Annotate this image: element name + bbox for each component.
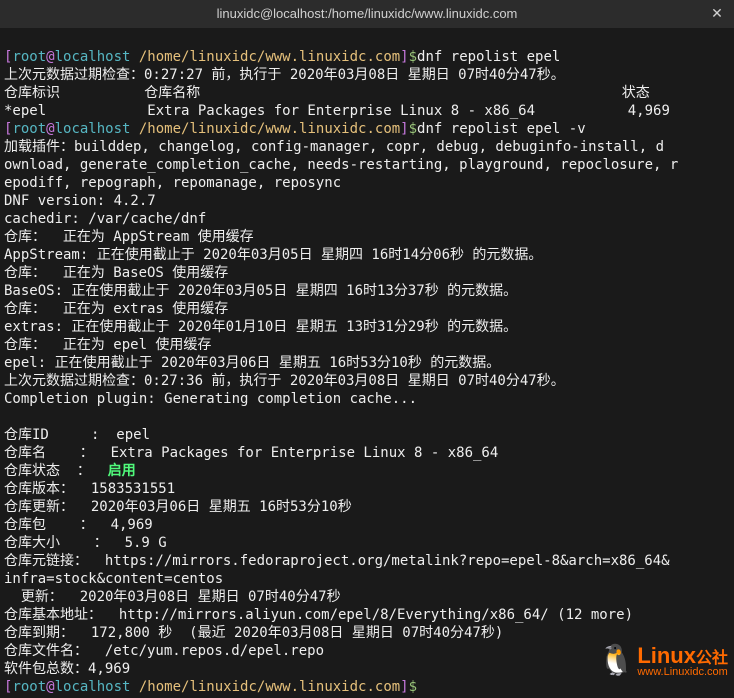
prompt-host: localhost bbox=[55, 121, 131, 137]
output-line: epodiff, repograph, repomanage, reposync bbox=[4, 175, 341, 191]
prompt-at: @ bbox=[46, 679, 54, 695]
output-line: *epel Extra Packages for Enterprise Linu… bbox=[4, 103, 670, 119]
output-line: 仓库包 ： 4,969 bbox=[4, 517, 153, 533]
output-line: 仓库： 正在为 AppStream 使用缓存 bbox=[4, 229, 254, 245]
output-line: 仓库文件名： /etc/yum.repos.d/epel.repo bbox=[4, 643, 324, 659]
output-line: 仓库元链接： https://mirrors.fedoraproject.org… bbox=[4, 553, 670, 569]
output-line: 软件包总数：4,969 bbox=[4, 661, 130, 677]
prompt-user: root bbox=[12, 679, 46, 695]
output-line: cachedir: /var/cache/dnf bbox=[4, 211, 206, 227]
repo-status-enabled: 启用 bbox=[108, 463, 136, 479]
output-line: 仓库： 正在为 epel 使用缓存 bbox=[4, 337, 211, 353]
window-titlebar: linuxidc@localhost:/home/linuxidc/www.li… bbox=[0, 0, 734, 28]
prompt-at: @ bbox=[46, 121, 54, 137]
output-line: 仓库： 正在为 BaseOS 使用缓存 bbox=[4, 265, 228, 281]
output-line: 加载插件：builddep, changelog, config-manager… bbox=[4, 139, 664, 155]
terminal-output[interactable]: [root@localhost /home/linuxidc/www.linux… bbox=[0, 28, 734, 698]
window-title: linuxidc@localhost:/home/linuxidc/www.li… bbox=[217, 5, 518, 23]
output-line: BaseOS: 正在使用截止于 2020年03月05日 星期四 16时13分37… bbox=[4, 283, 517, 299]
output-line-label: 仓库状态 ： bbox=[4, 463, 108, 479]
output-line: ownload, generate_completion_cache, need… bbox=[4, 157, 678, 173]
prompt-user: root bbox=[12, 121, 46, 137]
output-line: 仓库版本： 1583531551 bbox=[4, 481, 175, 497]
prompt-host: localhost bbox=[55, 49, 131, 65]
output-line: 仓库标识 仓库名称 状态 bbox=[4, 85, 650, 101]
output-line: 仓库大小 ： 5.9 G bbox=[4, 535, 167, 551]
output-line: 更新： 2020年03月08日 星期日 07时40分47秒 bbox=[4, 589, 341, 605]
prompt-path: /home/linuxidc/www.linuxidc.com bbox=[130, 49, 400, 65]
output-line: Completion plugin: Generating completion… bbox=[4, 391, 417, 407]
close-icon[interactable]: ✕ bbox=[708, 4, 726, 22]
output-line: extras: 正在使用截止于 2020年01月10日 星期五 13时31分29… bbox=[4, 319, 517, 335]
prompt-bracket-close: ] bbox=[400, 49, 408, 65]
prompt-hash: $ bbox=[409, 49, 417, 65]
prompt-path: /home/linuxidc/www.linuxidc.com bbox=[130, 679, 400, 695]
output-line: 仓库ID : epel bbox=[4, 427, 150, 443]
prompt-user: root bbox=[12, 49, 46, 65]
output-line: 仓库基本地址： http://mirrors.aliyun.com/epel/8… bbox=[4, 607, 633, 623]
output-line: 仓库更新： 2020年03月06日 星期五 16时53分10秒 bbox=[4, 499, 352, 515]
prompt-bracket-close: ] bbox=[400, 679, 408, 695]
output-line: 仓库到期： 172,800 秒 (最近 2020年03月08日 星期日 07时4… bbox=[4, 625, 503, 641]
command-1: dnf repolist epel bbox=[417, 49, 560, 65]
prompt-at: @ bbox=[46, 49, 54, 65]
output-line: DNF version: 4.2.7 bbox=[4, 193, 156, 209]
output-line: epel: 正在使用截止于 2020年03月06日 星期五 16时53分10秒 … bbox=[4, 355, 500, 371]
output-line: 仓库名 ： Extra Packages for Enterprise Linu… bbox=[4, 445, 498, 461]
output-line: infra=stock&content=centos bbox=[4, 571, 223, 587]
prompt-host: localhost bbox=[55, 679, 131, 695]
output-line: 上次元数据过期检查：0:27:27 前，执行于 2020年03月08日 星期日 … bbox=[4, 67, 565, 83]
output-line: AppStream: 正在使用截止于 2020年03月05日 星期四 16时14… bbox=[4, 247, 542, 263]
prompt-hash: $ bbox=[409, 679, 417, 695]
output-line: 上次元数据过期检查：0:27:36 前，执行于 2020年03月08日 星期日 … bbox=[4, 373, 565, 389]
output-line: 仓库： 正在为 extras 使用缓存 bbox=[4, 301, 228, 317]
prompt-path: /home/linuxidc/www.linuxidc.com bbox=[130, 121, 400, 137]
prompt-hash: $ bbox=[409, 121, 417, 137]
prompt-bracket-close: ] bbox=[400, 121, 408, 137]
command-2: dnf repolist epel -v bbox=[417, 121, 586, 137]
